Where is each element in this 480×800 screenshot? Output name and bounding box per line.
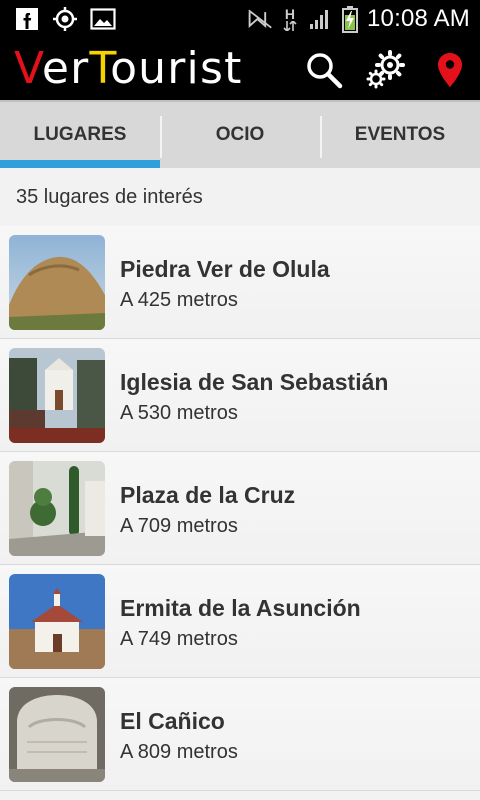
settings-button[interactable] (364, 48, 408, 92)
nfc-muted-icon (247, 6, 273, 32)
location-pin-icon (438, 53, 462, 87)
facebook-icon (14, 6, 40, 32)
list-item[interactable]: El Cañico A 809 metros (0, 678, 480, 791)
status-bar: H 10:08 AM (0, 0, 480, 38)
image-icon (90, 6, 116, 32)
gps-icon (52, 6, 78, 32)
place-distance: A 425 metros (120, 289, 238, 311)
places-list: Piedra Ver de Olula A 425 metros Iglesia… (0, 226, 480, 791)
status-right-icons: H 10:08 AM (247, 0, 470, 38)
place-title: El Cañico (120, 708, 225, 734)
place-thumbnail (9, 687, 105, 782)
place-distance: A 709 metros (120, 515, 238, 537)
status-left-icons (14, 6, 116, 32)
tab-bar: LUGARES OCIO EVENTOS (0, 100, 480, 168)
network-type-label: H (284, 6, 296, 22)
logo-part-er: er (41, 43, 90, 94)
signal-icon (307, 6, 333, 32)
network-h-icon: H (281, 6, 299, 32)
places-count: 35 lugares de interés (16, 186, 203, 208)
place-title: Piedra Ver de Olula (120, 256, 330, 282)
list-item[interactable]: Piedra Ver de Olula A 425 metros (0, 226, 480, 339)
place-distance: A 749 metros (120, 628, 238, 650)
logo-part-ourist: ourist (110, 43, 243, 94)
settings-icon (366, 50, 405, 89)
list-item[interactable]: Ermita de la Asunción A 749 metros (0, 565, 480, 678)
place-thumbnail (9, 235, 105, 330)
search-button[interactable] (302, 48, 346, 92)
tab-eventos[interactable]: EVENTOS (320, 102, 480, 168)
app-logo: VerTourist (14, 44, 243, 94)
place-distance: A 809 metros (120, 741, 238, 763)
tab-ocio[interactable]: OCIO (160, 102, 320, 168)
list-item[interactable]: Iglesia de San Sebastián A 530 metros (0, 339, 480, 452)
place-thumbnail (9, 574, 105, 669)
list-item[interactable]: Plaza de la Cruz A 709 metros (0, 452, 480, 565)
place-thumbnail (9, 461, 105, 556)
place-title: Ermita de la Asunción (120, 595, 361, 621)
place-title: Plaza de la Cruz (120, 482, 296, 508)
tab-lugares[interactable]: LUGARES (0, 102, 160, 168)
status-time: 10:08 AM (366, 5, 470, 32)
app-bar: VerTourist (0, 38, 480, 100)
place-title: Iglesia de San Sebastián (120, 369, 389, 395)
logo-part-t: T (89, 43, 111, 94)
place-thumbnail (9, 348, 105, 443)
battery-charging-icon (341, 6, 359, 33)
search-icon (307, 53, 343, 89)
location-button[interactable] (428, 48, 472, 92)
logo-part-v: V (14, 43, 42, 94)
place-distance: A 530 metros (120, 402, 238, 424)
